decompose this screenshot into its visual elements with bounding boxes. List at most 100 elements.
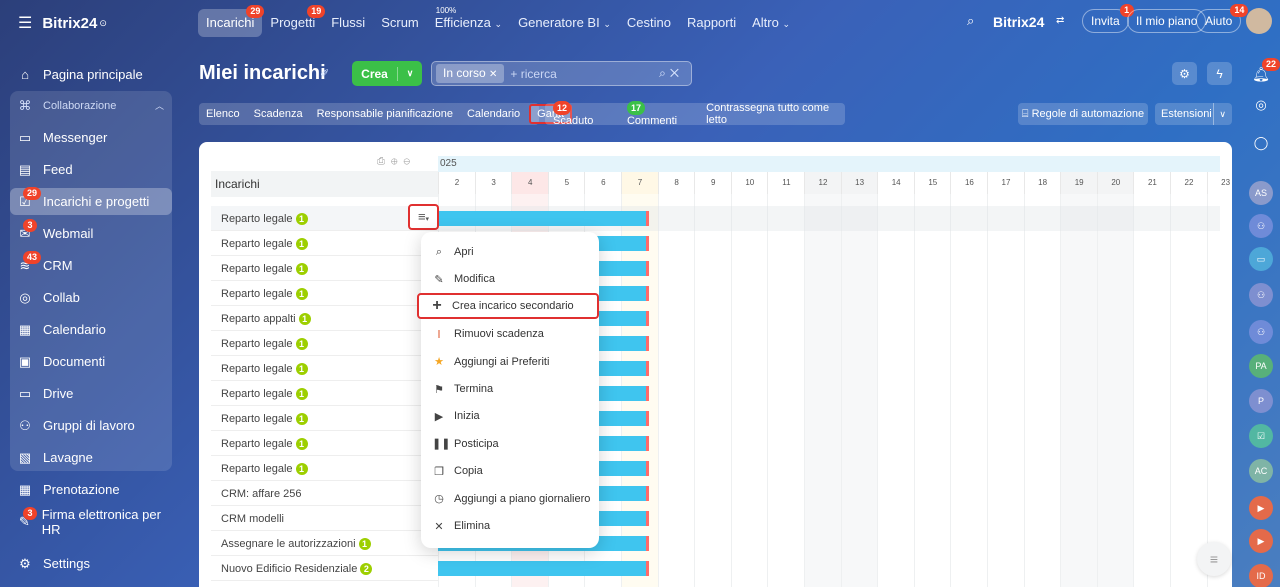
table-row[interactable]: CRM modelli [211, 506, 438, 531]
nav-tasks[interactable]: Incarichi 29 [198, 5, 265, 37]
help-button[interactable]: Aiuto 14 [1196, 4, 1249, 33]
video-icon[interactable]: ▶ [1249, 496, 1273, 520]
sidebar-item-tasks[interactable]: ☑ 29 Incarichi e progetti [10, 186, 172, 215]
list-float-icon[interactable]: ≡ [1197, 542, 1231, 576]
table-row[interactable]: Reparto legale 1 [211, 231, 438, 256]
group-avatar-icon[interactable]: ⚇ [1249, 283, 1273, 307]
nav-flows[interactable]: Flussi [323, 9, 373, 37]
sidebar-item-hr-sign[interactable]: ✎ 3 Firma elettronica per HR [10, 506, 172, 537]
settings-gear-icon[interactable]: ⚙ [1172, 62, 1197, 85]
automation-rules-button[interactable]: ⌸ Regole di automazione [1018, 103, 1148, 125]
avatar[interactable]: PA [1249, 354, 1273, 378]
avatar[interactable]: AC [1249, 459, 1273, 483]
sidebar-item-home[interactable]: ⌂ Pagina principale [10, 61, 172, 88]
table-row[interactable]: Reparto legale 1 [211, 431, 438, 456]
zoom-in-icon[interactable]: ⊕ [391, 156, 404, 167]
row-menu-button[interactable]: ≡▾ [408, 204, 439, 230]
table-row[interactable]: Reparto legale 1 [211, 456, 438, 481]
table-row[interactable]: Reparto legale 1 [211, 281, 438, 306]
close-icon[interactable]: ✕ [670, 66, 683, 80]
create-button[interactable]: Crea ∨ [352, 61, 422, 86]
sidebar-item-settings[interactable]: ⚙ Settings [10, 550, 172, 577]
avatar[interactable]: ID [1249, 564, 1273, 587]
sidebar-item-boards[interactable]: ▧ Lavagne [10, 444, 172, 471]
table-row[interactable]: Nuovo Edificio Residenziale 2 [211, 556, 438, 581]
nav-bi[interactable]: Generatore BI ⌄ [510, 9, 619, 37]
table-row[interactable]: Reparto legale 1 [211, 256, 438, 281]
nav-reports[interactable]: Rapporti [679, 9, 744, 37]
menu-item-pencil[interactable]: ✎ Modifica [421, 266, 599, 292]
chevron-down-icon[interactable]: ∨ [1213, 103, 1226, 125]
view-calendar[interactable]: Calendario [460, 108, 527, 120]
my-plan-button[interactable]: Il mio piano [1127, 9, 1207, 33]
menu-icon[interactable]: ☰ [18, 13, 32, 33]
overdue-counter[interactable]: 12Scaduto [553, 101, 613, 127]
nav-projects[interactable]: Progetti 19 [262, 5, 326, 37]
sidebar-item-webmail[interactable]: ✉ 3 Webmail [10, 218, 172, 247]
bell-icon[interactable]: 🔔︎ 22 [1249, 58, 1280, 86]
mark-all-read-link[interactable]: Contrassegna tutto come letto [706, 102, 845, 126]
table-row[interactable]: Reparto appalti 1 [211, 306, 438, 331]
nav-efficiency[interactable]: 100% Efficienza ⌄ [427, 6, 510, 37]
search-input[interactable]: + ricerca [510, 67, 556, 81]
table-row[interactable]: CRM: affare 256 [211, 481, 438, 506]
table-row[interactable]: Reparto legale 1 [211, 331, 438, 356]
lightning-icon[interactable]: ϟ [1207, 62, 1232, 85]
view-deadline[interactable]: Scadenza [247, 108, 310, 120]
video-icon[interactable]: ▶ [1249, 529, 1273, 553]
menu-item-plus[interactable]: + Crea incarico secondario [417, 293, 599, 319]
copilot-icon[interactable]: ◎ [1249, 93, 1273, 117]
table-row[interactable]: Reparto legale 1 [211, 206, 438, 231]
menu-item-remove-deadline[interactable]: Ⅰ Rimuovi scadenza [421, 321, 599, 347]
sidebar-item-feed[interactable]: ▤ Feed [10, 156, 172, 183]
sidebar-item-collab[interactable]: ◎ Collab [10, 284, 172, 311]
sidebar-item-collaboration[interactable]: ⌘ Collaborazione ︿ [10, 92, 172, 119]
nav-more[interactable]: Altro ⌄ [744, 9, 798, 37]
search-icon[interactable]: ⌕ [659, 66, 670, 80]
sidebar-item-crm[interactable]: ≋ 43 CRM [10, 250, 172, 279]
gantt-bar[interactable] [438, 561, 649, 576]
group-avatar-icon[interactable]: ⚇ [1249, 320, 1273, 344]
view-planner[interactable]: Responsabile pianificazione [310, 108, 460, 120]
menu-item-close[interactable]: ✕ Elimina [421, 513, 599, 539]
table-row[interactable]: Reparto legale 1 [211, 406, 438, 431]
gantt-bar[interactable] [438, 211, 649, 226]
chat-bubble-icon[interactable]: ◯ [1249, 131, 1273, 155]
avatar[interactable]: AS [1249, 181, 1273, 205]
sidebar-item-messenger[interactable]: ▭ Messenger [10, 124, 172, 151]
filter-tag[interactable]: In corso ✕ [436, 64, 505, 83]
view-list[interactable]: Elenco [199, 108, 247, 120]
sidebar-item-groups[interactable]: ⚇ Gruppi di lavoro [10, 412, 172, 439]
user-avatar[interactable] [1246, 8, 1272, 34]
extensions-button[interactable]: Estensioni ∨ [1155, 103, 1232, 125]
table-row[interactable]: Reparto legale 1 [211, 381, 438, 406]
search-icon[interactable]: ⌕ [967, 13, 974, 29]
menu-item-pause[interactable]: ❚❚ Posticipa [421, 431, 599, 457]
search-filter[interactable]: In corso ✕ + ricerca ⌕✕ [431, 61, 692, 86]
menu-item-clock[interactable]: ◷ Aggiungi a piano giornaliero [421, 486, 599, 512]
brand-switch-icon[interactable]: ⇄ [1056, 15, 1064, 26]
chat-avatar-icon[interactable]: ▭ [1249, 247, 1273, 271]
sidebar-item-booking[interactable]: ▦ Prenotazione [10, 476, 172, 503]
print-icon[interactable]: ⎙ [377, 156, 391, 167]
menu-item-star[interactable]: ★ Aggiungi ai Preferiti [421, 349, 599, 375]
comments-counter[interactable]: 17Commenti [626, 101, 696, 127]
task-avatar-icon[interactable]: ☑ [1249, 424, 1273, 448]
sidebar-item-drive[interactable]: ▭ Drive [10, 380, 172, 407]
chevron-down-icon[interactable]: ∨ [398, 68, 422, 79]
menu-item-search[interactable]: ⌕ Apri [421, 239, 599, 265]
sidebar-item-calendar[interactable]: ▦ Calendario [10, 316, 172, 343]
brand-logo[interactable]: Bitrix24 [42, 15, 97, 32]
group-avatar-icon[interactable]: ⚇ [1249, 214, 1273, 238]
table-row[interactable]: Reparto legale 1 [211, 356, 438, 381]
nav-scrum[interactable]: Scrum [373, 9, 427, 37]
menu-item-copy[interactable]: ❐ Copia [421, 458, 599, 484]
avatar[interactable]: P [1249, 389, 1273, 413]
sidebar-item-documents[interactable]: ▣ Documenti [10, 348, 172, 375]
invite-button[interactable]: Invita 1 [1082, 4, 1134, 33]
table-row[interactable]: Assegnare le autorizzazioni 1 [211, 531, 438, 556]
close-icon[interactable]: ✕ [489, 69, 497, 80]
zoom-out-icon[interactable]: ⊖ [404, 156, 417, 167]
nav-trash[interactable]: Cestino [619, 9, 679, 37]
menu-item-flag[interactable]: ⚑ Termina [421, 376, 599, 402]
